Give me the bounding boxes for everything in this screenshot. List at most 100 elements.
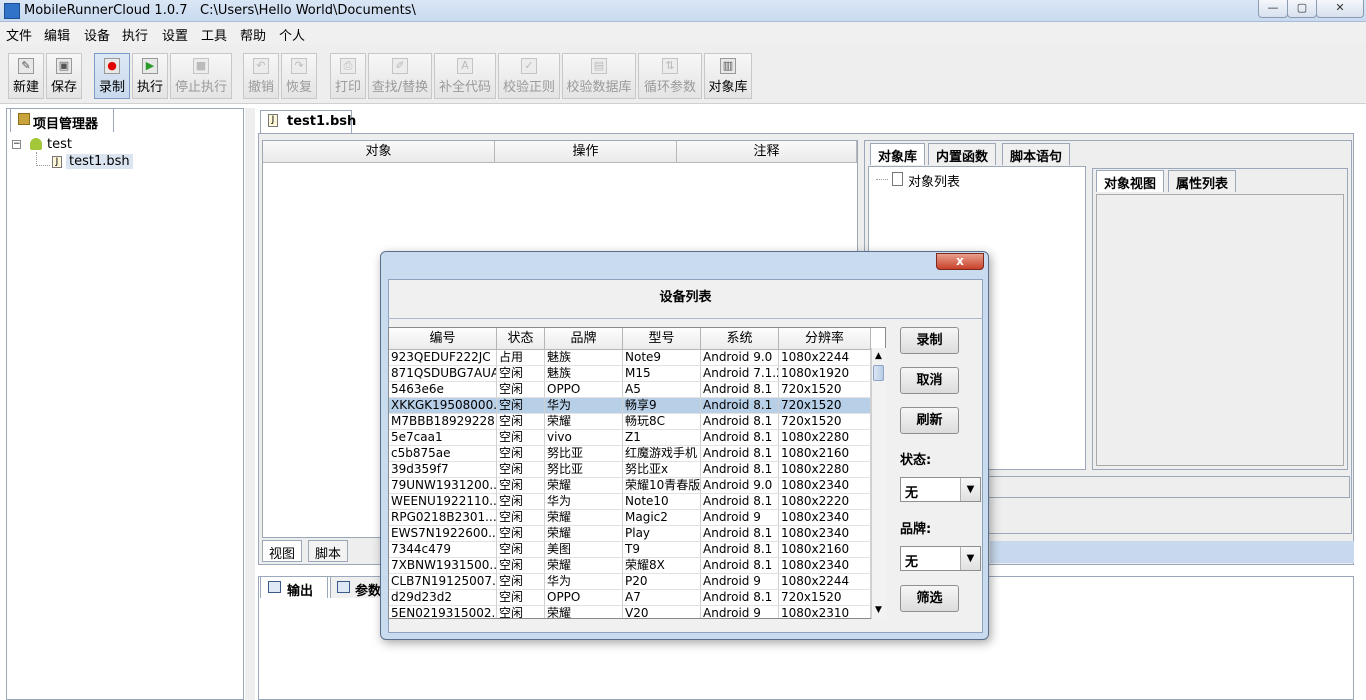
menu-help[interactable]: 帮助 [240,25,266,44]
table-row[interactable]: 5EN0219315002... 空闲 荣耀 V20 Android 9 1080x231… [389,606,871,618]
library-field[interactable] [984,476,1350,498]
tree-item-object-list[interactable]: 对象列表 [908,171,960,190]
table-row[interactable]: 7XBNW1931500... 空闲 荣耀 荣耀8X Android 8.1 1080x2… [389,558,871,574]
record-device-button[interactable]: 录制 [900,327,959,354]
undo-button[interactable]: ↶ 撤销 [243,53,279,99]
menu-personal[interactable]: 个人 [279,25,305,44]
object-library-button[interactable]: ▥ 对象库 [704,53,752,99]
table-cell: 空闲 [497,398,545,414]
brand-filter-label: 品牌: [900,522,932,537]
panel-splitter[interactable] [245,108,255,700]
table-icon [337,581,350,593]
menu-device[interactable]: 设备 [84,25,110,44]
tab-script[interactable]: 脚本 [308,540,349,562]
tab-property-list[interactable]: 属性列表 [1168,170,1237,192]
tree-root-label[interactable]: test [47,137,72,152]
column-brand[interactable]: 品牌 [545,328,623,350]
table-cell: 空闲 [497,510,545,526]
validate-database-button[interactable]: ▤ 校验数据库 [562,53,636,99]
validate-regex-button[interactable]: ✓ 校验正则 [498,53,560,99]
tab-builtin-functions[interactable]: 内置函数 [928,143,997,165]
tab-script-statements[interactable]: 脚本语句 [1002,143,1071,165]
table-row[interactable]: 923QEDUF222JC 占用 魅族 Note9 Android 9.0 1080x22… [389,350,871,366]
table-cell: 占用 [497,350,545,366]
print-button[interactable]: ⎙ 打印 [330,53,366,99]
tree-collapse-toggle[interactable]: − [12,140,21,149]
find-replace-button[interactable]: ✐ 查找/替换 [368,53,432,99]
table-cell: 努比亚x [623,462,701,478]
cancel-button[interactable]: 取消 [900,367,959,394]
close-window-button[interactable]: ✕ [1316,0,1364,18]
complete-code-button[interactable]: A 补全代码 [434,53,496,99]
menu-settings[interactable]: 设置 [162,25,188,44]
window-path: C:\Users\Hello World\Documents\ [200,3,416,18]
refresh-button[interactable]: 刷新 [900,407,959,434]
object-library-icon: ▥ [720,58,736,74]
redo-button[interactable]: ↷ 恢复 [281,53,317,99]
table-row[interactable]: CLB7N19125007... 空闲 华为 P20 Android 9 1080x224… [389,574,871,590]
table-row[interactable]: d29d23d2 空闲 OPPO A7 Android 8.1 720x1520 [389,590,871,606]
table-row[interactable]: 5e7caa1 空闲 vivo Z1 Android 8.1 1080x2280 [389,430,871,446]
table-row[interactable]: M7BBB18929228... 空闲 荣耀 畅玩8C Android 8.1 720x1… [389,414,871,430]
run-button[interactable]: ▶ 执行 [132,53,168,99]
print-icon: ⎙ [340,58,356,74]
record-button[interactable]: ● 录制 [94,53,130,99]
tab-object-library[interactable]: 对象库 [870,143,926,165]
brand-filter-select[interactable]: 无 ▼ [900,546,981,571]
table-cell: 空闲 [497,382,545,398]
scroll-up-arrow-icon[interactable]: ▲ [872,350,885,363]
column-status[interactable]: 状态 [497,328,545,350]
column-object[interactable]: 对象 [263,141,495,163]
table-row[interactable]: EWS7N1922600... 空闲 荣耀 Play Android 8.1 1080x2… [389,526,871,542]
new-button[interactable]: ✎ 新建 [8,53,44,99]
table-row[interactable]: 871QSDUBG7AUA 空闲 魅族 M15 Android 7.1.2 1080x19… [389,366,871,382]
status-filter-select[interactable]: 无 ▼ [900,477,981,502]
table-row[interactable]: c5b875ae 空闲 努比亚 红魔游戏手机 Android 8.1 1080x2160 [389,446,871,462]
column-comment[interactable]: 注释 [677,141,857,163]
table-cell: Z1 [623,430,701,446]
tree-line [36,165,50,166]
table-cell: 720x1520 [779,590,871,606]
tab-view[interactable]: 视图 [262,540,303,562]
table-row[interactable]: WEENU1922110... 空闲 华为 Note10 Android 8.1 1080… [389,494,871,510]
table-row[interactable]: 79UNW1931200... 空闲 荣耀 荣耀10青春版 Android 9.0 108… [389,478,871,494]
dialog-close-button[interactable]: x [936,253,984,270]
table-cell: 空闲 [497,558,545,574]
table-cell: 871QSDUBG7AUA [389,366,497,382]
table-row[interactable]: 39d359f7 空闲 努比亚 努比亚x Android 8.1 1080x2280 [389,462,871,478]
maximize-button[interactable]: ▢ [1287,0,1317,18]
scroll-down-arrow-icon[interactable]: ▼ [872,604,885,617]
menu-tools[interactable]: 工具 [201,25,227,44]
menu-run[interactable]: 执行 [122,25,148,44]
table-row[interactable]: 7344c479 空闲 美图 T9 Android 8.1 1080x2160 [389,542,871,558]
table-cell: WEENU1922110... [389,494,497,510]
table-scrollbar[interactable] [871,348,886,619]
table-cell: 1080x2310 [779,606,871,618]
filter-button[interactable]: 筛选 [900,585,959,612]
tab-object-view[interactable]: 对象视图 [1096,170,1165,192]
stop-button[interactable]: ■ 停止执行 [170,53,232,99]
table-cell: 1080x2160 [779,542,871,558]
column-id[interactable]: 编号 [389,328,497,350]
scrollbar-thumb[interactable] [873,365,884,381]
minimize-button[interactable]: — [1258,0,1288,18]
script-file-icon: J [268,114,278,127]
table-cell: Android 8.1 [701,526,779,542]
loop-params-button[interactable]: ⇅ 循环参数 [638,53,702,99]
table-cell: Android 9.0 [701,350,779,366]
column-action[interactable]: 操作 [495,141,677,163]
save-button[interactable]: ▣ 保存 [46,53,82,99]
table-row[interactable]: XKKGK19508000... 空闲 华为 畅享9 Android 8.1 720x15… [389,398,871,414]
table-row[interactable]: 5463e6e 空闲 OPPO A5 Android 8.1 720x1520 [389,382,871,398]
tree-item-test1-bsh[interactable]: test1.bsh [66,154,133,169]
tree-line [876,179,888,180]
column-model[interactable]: 型号 [623,328,701,350]
menu-file[interactable]: 文件 [6,25,32,44]
menu-edit[interactable]: 编辑 [44,25,70,44]
column-system[interactable]: 系统 [701,328,779,350]
column-resolution[interactable]: 分辨率 [779,328,871,350]
table-cell: 1080x2340 [779,526,871,542]
app-icon [4,3,20,19]
table-cell: 5EN0219315002... [389,606,497,618]
table-row[interactable]: RPG0218B2301... 空闲 荣耀 Magic2 Android 9 1080x2… [389,510,871,526]
